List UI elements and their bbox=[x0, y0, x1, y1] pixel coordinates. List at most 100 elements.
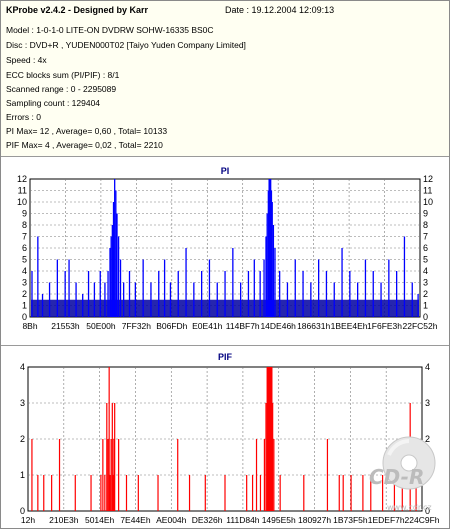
pi-bar bbox=[158, 271, 160, 317]
pi-ytick-right: 11 bbox=[423, 186, 432, 196]
pi-bar bbox=[117, 236, 120, 317]
pif-bar bbox=[51, 475, 53, 511]
pif-bar bbox=[177, 439, 179, 511]
pi-bar bbox=[48, 282, 51, 317]
pi-bar bbox=[68, 259, 70, 317]
pif-bar bbox=[188, 475, 191, 511]
pif-xtick-label: 224C9Fh bbox=[405, 515, 440, 525]
pi-ytick-right: 6 bbox=[423, 243, 428, 253]
pif-bar bbox=[74, 475, 76, 511]
ecc-line: ECC blocks sum (PI/PIF) : 8/1 bbox=[6, 70, 120, 80]
pi-bar bbox=[349, 271, 351, 317]
pi-bar bbox=[411, 282, 413, 317]
pif-bar bbox=[246, 475, 248, 511]
pi-bar bbox=[56, 259, 58, 317]
pif-xtick-label: 1495E5h bbox=[262, 515, 296, 525]
pi-bar bbox=[341, 248, 343, 317]
pi-bar bbox=[357, 282, 359, 317]
pi-bar bbox=[99, 271, 101, 317]
scan-date: Date : 19.12.2004 12:09:13 bbox=[225, 5, 335, 15]
pi-bar bbox=[364, 259, 367, 317]
pi-bar bbox=[272, 225, 275, 317]
pif-bar bbox=[272, 403, 274, 511]
pif-xtick-label: AE004h bbox=[156, 515, 187, 525]
pif-chart-title: PIF bbox=[218, 352, 233, 362]
pi-bar bbox=[193, 282, 195, 317]
pif-ytick-left: 4 bbox=[20, 362, 25, 372]
pi-ytick-right: 2 bbox=[423, 289, 428, 299]
chart-separator bbox=[1, 345, 449, 346]
pif-bar bbox=[90, 475, 92, 511]
pif-bar bbox=[43, 475, 45, 511]
pi-ytick-right: 8 bbox=[423, 220, 428, 230]
pif-bar bbox=[157, 475, 159, 511]
pif-bar bbox=[58, 439, 61, 511]
model-line: Model : 1-0-1-0 LITE-ON DVDRW SOHW-16335… bbox=[6, 25, 214, 35]
pif-bar bbox=[204, 475, 206, 511]
pif-xtick-label: 1B73F5h bbox=[333, 515, 368, 525]
pi-ytick-right: 1 bbox=[423, 301, 428, 311]
pi-bar bbox=[294, 259, 296, 317]
pi-bar bbox=[279, 271, 281, 317]
pi-xtick-label: 21553h bbox=[51, 321, 80, 331]
pi-bar bbox=[271, 202, 273, 317]
pi-bar bbox=[224, 271, 226, 317]
pif-bar bbox=[303, 475, 305, 511]
pif-bar bbox=[114, 403, 116, 511]
pi-ytick-right: 4 bbox=[423, 266, 428, 276]
pi-bar bbox=[310, 282, 312, 317]
pi-bar bbox=[31, 271, 33, 317]
pif-ytick-left: 2 bbox=[20, 434, 25, 444]
pif-ytick-left: 1 bbox=[20, 470, 25, 480]
pi-bar bbox=[116, 213, 118, 317]
pi-ytick-left: 8 bbox=[22, 220, 27, 230]
pif-bar bbox=[342, 475, 344, 511]
pif-bar bbox=[338, 475, 340, 511]
pi-bar bbox=[396, 271, 398, 317]
pif-bar bbox=[37, 475, 39, 511]
pi-xtick-label: 50E00h bbox=[86, 321, 116, 331]
pif-bar bbox=[259, 475, 262, 511]
pi-bar bbox=[142, 259, 144, 317]
pi-bar bbox=[302, 271, 304, 317]
pif-bar bbox=[362, 475, 364, 511]
pif-xtick-label: DE326h bbox=[192, 515, 223, 525]
pi-bar bbox=[274, 248, 276, 317]
pi-bar bbox=[119, 259, 122, 317]
pi-ytick-left: 6 bbox=[22, 243, 27, 253]
pi-bar bbox=[259, 271, 261, 317]
cdr-url-watermark: www.cdr.cz bbox=[387, 503, 432, 512]
pi-bar bbox=[286, 282, 289, 317]
pif-xtick-label: 111D84h bbox=[226, 515, 260, 525]
pi-bar bbox=[87, 271, 90, 317]
pi-xtick-label: 14DE46h bbox=[260, 321, 296, 331]
sampling-line: Sampling count : 129404 bbox=[6, 98, 101, 108]
pi-bar bbox=[388, 259, 390, 317]
pif-ytick-right: 3 bbox=[425, 398, 430, 408]
pi-ytick-left: 3 bbox=[22, 278, 27, 288]
pif-bar bbox=[255, 439, 258, 511]
pi-ytick-left: 9 bbox=[22, 209, 27, 219]
pif-bar bbox=[107, 439, 109, 511]
pi-bar bbox=[185, 248, 187, 317]
pif-bar bbox=[102, 439, 104, 511]
pi-bar bbox=[265, 236, 267, 317]
pif-xtick-label: 210E3h bbox=[49, 515, 79, 525]
app-title: KProbe v2.4.2 - Designed by Karr bbox=[6, 5, 149, 15]
pi-bar bbox=[318, 259, 320, 317]
pi-bar bbox=[123, 282, 125, 317]
pi-ytick-left: 5 bbox=[22, 255, 27, 265]
pif-bar bbox=[106, 403, 108, 511]
pi-xtick-label: 1BEE4Eh bbox=[331, 321, 368, 331]
pif-xtick-label: 5014Eh bbox=[85, 515, 115, 525]
pi-bar bbox=[266, 213, 268, 317]
pi-ytick-left: 10 bbox=[17, 197, 27, 207]
pi-ytick-left: 1 bbox=[22, 301, 27, 311]
pi-bar bbox=[177, 271, 179, 317]
pi-bar bbox=[403, 236, 406, 317]
disc-line: Disc : DVD+R , YUDEN000T02 [Taiyo Yuden … bbox=[6, 40, 246, 50]
pi-ytick-right: 5 bbox=[423, 255, 428, 265]
info-panel: KProbe v2.4.2 - Designed by Karr Date : … bbox=[1, 1, 449, 157]
pi-bar bbox=[169, 282, 172, 317]
pi-bar bbox=[247, 271, 250, 317]
